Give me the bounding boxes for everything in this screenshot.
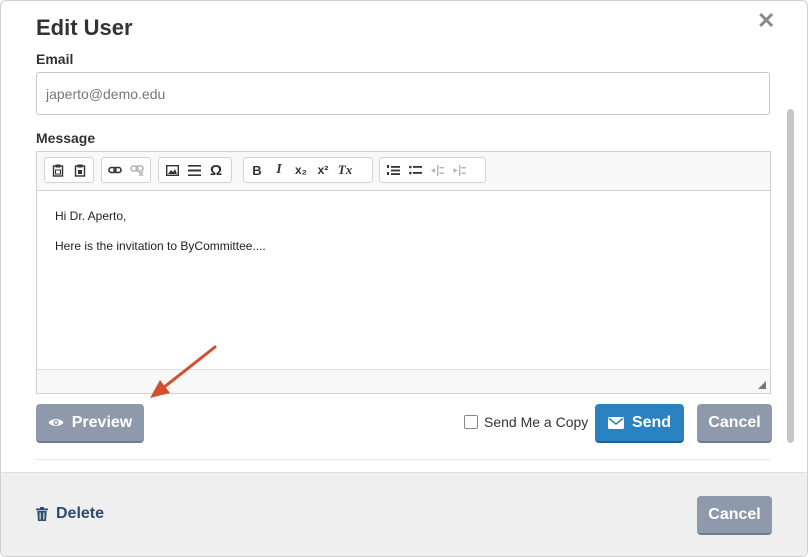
- delete-label: Delete: [56, 505, 105, 522]
- send-label: Send: [631, 413, 672, 431]
- unlink-icon[interactable]: [126, 159, 148, 181]
- preview-label: Preview: [71, 413, 133, 431]
- outdent-icon[interactable]: [426, 159, 448, 181]
- email-label: Email: [36, 51, 74, 67]
- numbered-list-icon[interactable]: [382, 159, 404, 181]
- editor-toolbar: Ω B I x₂ x² Tx: [37, 152, 770, 191]
- envelope-icon: [607, 416, 624, 429]
- modal-title: Edit User: [36, 15, 133, 40]
- insert-group: Ω: [158, 157, 232, 183]
- message-line: Hi Dr. Aperto,: [55, 209, 127, 223]
- message-line: Here is the invitation to ByCommittee...…: [55, 239, 266, 253]
- indent-icon[interactable]: [448, 159, 470, 181]
- edit-user-modal: Edit User ✕ Email Message: [0, 0, 808, 557]
- cancel-label: Cancel: [708, 413, 761, 431]
- send-copy-checkbox[interactable]: Send Me a Copy: [464, 414, 588, 430]
- italic-icon[interactable]: I: [268, 159, 290, 181]
- format-group: B I x₂ x² Tx: [243, 157, 373, 183]
- divider: [36, 459, 771, 460]
- close-icon[interactable]: ✕: [757, 10, 775, 32]
- send-button[interactable]: Send: [595, 404, 684, 443]
- scrollbar[interactable]: [787, 109, 794, 443]
- paste-icon[interactable]: [47, 159, 69, 181]
- message-editor: Ω B I x₂ x² Tx Hi Dr. Aperto, Here is th…: [36, 151, 771, 394]
- superscript-icon[interactable]: x²: [312, 159, 334, 181]
- remove-format-icon[interactable]: Tx: [334, 159, 356, 181]
- footer-cancel-label: Cancel: [708, 505, 761, 523]
- trash-icon: [36, 507, 48, 521]
- special-character-icon[interactable]: Ω: [205, 159, 227, 181]
- footer-cancel-button[interactable]: Cancel: [697, 496, 772, 535]
- bulleted-list-icon[interactable]: [404, 159, 426, 181]
- delete-button[interactable]: Delete: [36, 505, 104, 523]
- subscript-icon[interactable]: x₂: [290, 159, 312, 181]
- link-icon[interactable]: [104, 159, 126, 181]
- send-copy-label: Send Me a Copy: [484, 414, 589, 430]
- image-icon[interactable]: [161, 159, 183, 181]
- preview-button[interactable]: Preview: [36, 404, 144, 443]
- editor-content[interactable]: Hi Dr. Aperto, Here is the invitation to…: [37, 190, 770, 370]
- paste-word-icon[interactable]: [69, 159, 91, 181]
- link-group: [101, 157, 151, 183]
- checkbox-box[interactable]: [464, 415, 478, 429]
- resize-handle[interactable]: [758, 381, 766, 389]
- eye-icon: [48, 417, 64, 428]
- bold-icon[interactable]: B: [246, 159, 268, 181]
- clipboard-group: [44, 157, 94, 183]
- list-group: [379, 157, 486, 183]
- modal-footer: [1, 472, 807, 556]
- cancel-button[interactable]: Cancel: [697, 404, 772, 443]
- horizontal-line-icon[interactable]: [183, 159, 205, 181]
- email-field[interactable]: [36, 72, 770, 115]
- editor-statusbar: [37, 369, 770, 393]
- message-label: Message: [36, 130, 96, 146]
